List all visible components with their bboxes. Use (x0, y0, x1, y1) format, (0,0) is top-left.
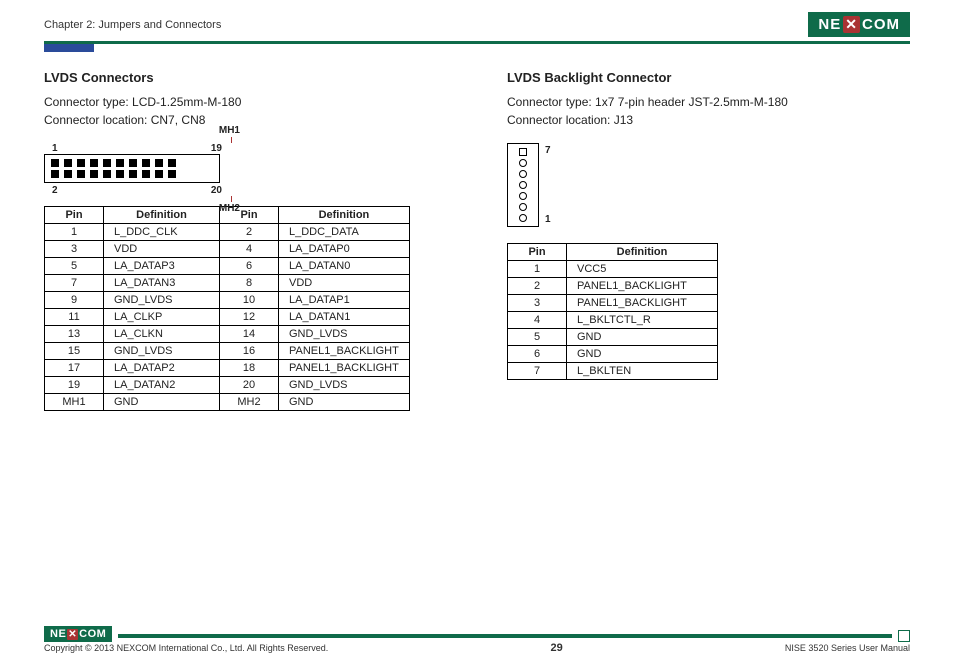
table-row: 7LA_DATAN38VDD (45, 275, 410, 292)
table-row: MH1GNDMH2GND (45, 394, 410, 411)
lvds-connector-diagram: MH1 119 220 MH2 (44, 143, 447, 196)
backlight-heading: LVDS Backlight Connector (507, 70, 910, 85)
backlight-pin-rows: 1VCC52PANEL1_BACKLIGHT3PANEL1_BACKLIGHT4… (508, 261, 718, 380)
footer-logo: NE✕COM (44, 626, 112, 642)
lvds-pin-rows: 1L_DDC_CLK2L_DDC_DATA3VDD4LA_DATAP05LA_D… (45, 224, 410, 411)
table-row: 5LA_DATAP36LA_DATAN0 (45, 258, 410, 275)
copyright: Copyright © 2013 NEXCOM International Co… (44, 643, 328, 653)
brand-logo: NE✕COM (808, 12, 910, 37)
table-row: 7L_BKLTEN (508, 363, 718, 380)
table-row: 5GND (508, 329, 718, 346)
table-row: 6GND (508, 346, 718, 363)
corner-mark (898, 630, 910, 642)
table-row: 3PANEL1_BACKLIGHT (508, 295, 718, 312)
backlight-pin-table: PinDefinition 1VCC52PANEL1_BACKLIGHT3PAN… (507, 243, 718, 380)
table-row: 1L_DDC_CLK2L_DDC_DATA (45, 224, 410, 241)
backlight-desc: Connector type: 1x7 7-pin header JST-2.5… (507, 93, 910, 129)
table-row: 2PANEL1_BACKLIGHT (508, 278, 718, 295)
table-row: 19LA_DATAN220GND_LVDS (45, 377, 410, 394)
page-number: 29 (550, 642, 562, 654)
table-row: 1VCC5 (508, 261, 718, 278)
lvds-pin-table: PinDefinition PinDefinition 1L_DDC_CLK2L… (44, 206, 410, 411)
lvds-connectors-heading: LVDS Connectors (44, 70, 447, 85)
table-row: 4L_BKLTCTL_R (508, 312, 718, 329)
table-row: 3VDD4LA_DATAP0 (45, 241, 410, 258)
table-row: 15GND_LVDS16PANEL1_BACKLIGHT (45, 343, 410, 360)
table-row: 17LA_DATAP218PANEL1_BACKLIGHT (45, 360, 410, 377)
backlight-connector-diagram: 7 1 (507, 143, 910, 227)
table-row: 13LA_CLKN14GND_LVDS (45, 326, 410, 343)
header-rule (44, 41, 910, 44)
accent-bar (44, 44, 94, 52)
table-row: 9GND_LVDS10LA_DATAP1 (45, 292, 410, 309)
chapter-title: Chapter 2: Jumpers and Connectors (44, 19, 221, 31)
table-row: 11LA_CLKP12LA_DATAN1 (45, 309, 410, 326)
lvds-connectors-desc: Connector type: LCD-1.25mm-M-180 Connect… (44, 93, 447, 129)
manual-name: NISE 3520 Series User Manual (785, 643, 910, 653)
